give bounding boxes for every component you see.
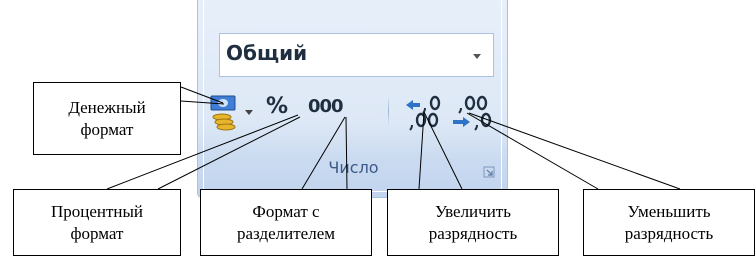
chevron-down-icon[interactable] [245, 110, 253, 115]
increase-decimal-icon [406, 95, 441, 131]
dialog-launcher-icon[interactable] [483, 166, 495, 178]
callout-decrease-decimal: Уменьшить разрядность [583, 189, 755, 256]
increase-decimal-button[interactable] [404, 92, 444, 132]
callout-percent-format: Процентный формат [13, 189, 181, 256]
group-title: Число [328, 158, 379, 177]
decrease-decimal-icon [453, 95, 492, 131]
callout-separator-format: Формат с разделителем [200, 189, 372, 256]
accounting-currency-icon [210, 95, 236, 131]
callout-decrease-label: Уменьшить разрядность [624, 201, 714, 243]
callout-increase-decimal: Увеличить разрядность [387, 189, 559, 256]
accounting-format-button[interactable] [210, 94, 260, 134]
callout-percent-label: Процентный формат [50, 201, 144, 243]
callout-separator-label: Формат с разделителем [237, 201, 335, 243]
number-format-value: Общий [226, 41, 308, 65]
number-ribbon-group: Общий % 000 Число [197, 0, 508, 198]
number-format-combobox[interactable]: Общий [219, 33, 494, 77]
toolbar-divider [388, 96, 389, 126]
percent-style-button[interactable]: % [266, 94, 306, 134]
comma-style-button[interactable]: 000 [308, 96, 350, 132]
callout-increase-label: Увеличить разрядность [428, 201, 518, 243]
chevron-down-icon[interactable] [473, 54, 481, 59]
callout-currency-label: Денежный формат [68, 97, 146, 139]
decrease-decimal-button[interactable] [451, 92, 495, 132]
callout-currency-format: Денежный формат [33, 82, 181, 155]
